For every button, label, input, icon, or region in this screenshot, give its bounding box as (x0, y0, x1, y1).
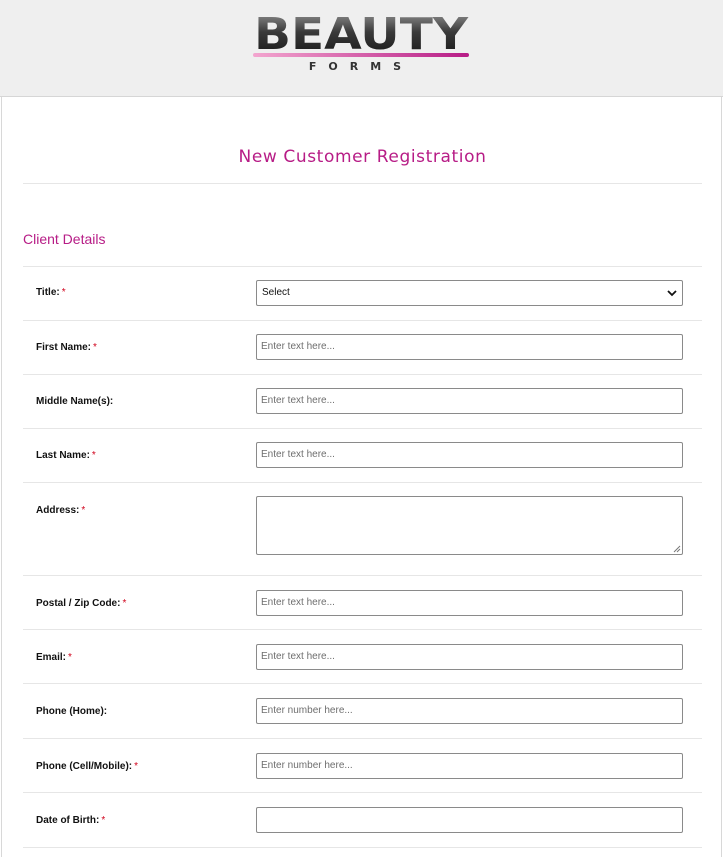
svg-text:BEAUTY: BEAUTY (254, 10, 469, 60)
form-row-phone-home: Phone (Home): Enter number here... (23, 684, 702, 739)
form-row-phone-cell: Phone (Cell/Mobile): * Enter number here.… (23, 739, 702, 793)
middle-name-label: Middle Name(s): (36, 396, 114, 407)
form-row-date-of-birth: Date of Birth: * (23, 793, 702, 848)
form-row-email: Email: * Enter text here... (23, 630, 702, 684)
last-name-label: Last Name: * (36, 450, 96, 461)
divider (23, 183, 702, 184)
address-textarea[interactable] (256, 496, 683, 555)
required-marker: * (91, 450, 96, 461)
middle-name-input[interactable]: Enter text here... (256, 388, 683, 414)
page-header: BEAUTY F O R M S BEAUTY FORMS (0, 0, 723, 97)
title-label: Title: * (36, 287, 66, 298)
form-row-address: Address: * (23, 483, 702, 576)
required-marker: * (93, 342, 97, 353)
email-input[interactable]: Enter text here... (256, 644, 683, 670)
chevron-down-icon (667, 290, 677, 297)
address-label: Address: * (36, 505, 86, 516)
last-name-input[interactable]: Enter text here... (256, 442, 683, 468)
date-of-birth-input[interactable] (256, 807, 683, 833)
postal-code-input[interactable]: Enter text here... (256, 590, 683, 616)
required-marker: * (68, 652, 72, 663)
form-row-postal-code: Postal / Zip Code: * Enter text here... (23, 576, 702, 630)
form-row-middle-name: Middle Name(s): Enter text here... (23, 375, 702, 429)
phone-cell-label: Phone (Cell/Mobile): * (36, 761, 139, 772)
resize-grip-icon[interactable] (673, 545, 681, 553)
required-marker: * (61, 287, 66, 298)
required-marker: * (134, 761, 139, 772)
phone-home-input[interactable]: Enter number here... (256, 698, 683, 724)
phone-home-label: Phone (Home): (36, 706, 108, 717)
phone-cell-input[interactable]: Enter number here... (256, 753, 683, 779)
first-name-label: First Name: * (36, 342, 97, 353)
first-name-input[interactable]: Enter text here... (256, 334, 683, 360)
svg-text:FORMS: FORMS (309, 60, 413, 73)
form-title: New Customer Registration (238, 147, 487, 167)
required-marker: * (122, 598, 127, 609)
beauty-forms-logo[interactable]: BEAUTY F O R M S BEAUTY FORMS (250, 10, 472, 74)
required-marker: * (101, 815, 106, 826)
registration-form-card: New Customer Registration Client Details… (1, 97, 722, 857)
required-marker: * (81, 505, 86, 516)
section-title-client-details: Client Details (23, 231, 106, 247)
postal-code-label: Postal / Zip Code: * (36, 598, 127, 609)
date-of-birth-label: Date of Birth: * (36, 815, 106, 826)
form-row-last-name: Last Name: * Enter text here... (23, 429, 702, 483)
form-row-first-name: First Name: * Enter text here... (23, 321, 702, 375)
email-label: Email: * (36, 652, 72, 663)
title-select[interactable]: Select (256, 280, 683, 306)
form-row-title: Title: * Select (23, 267, 702, 321)
